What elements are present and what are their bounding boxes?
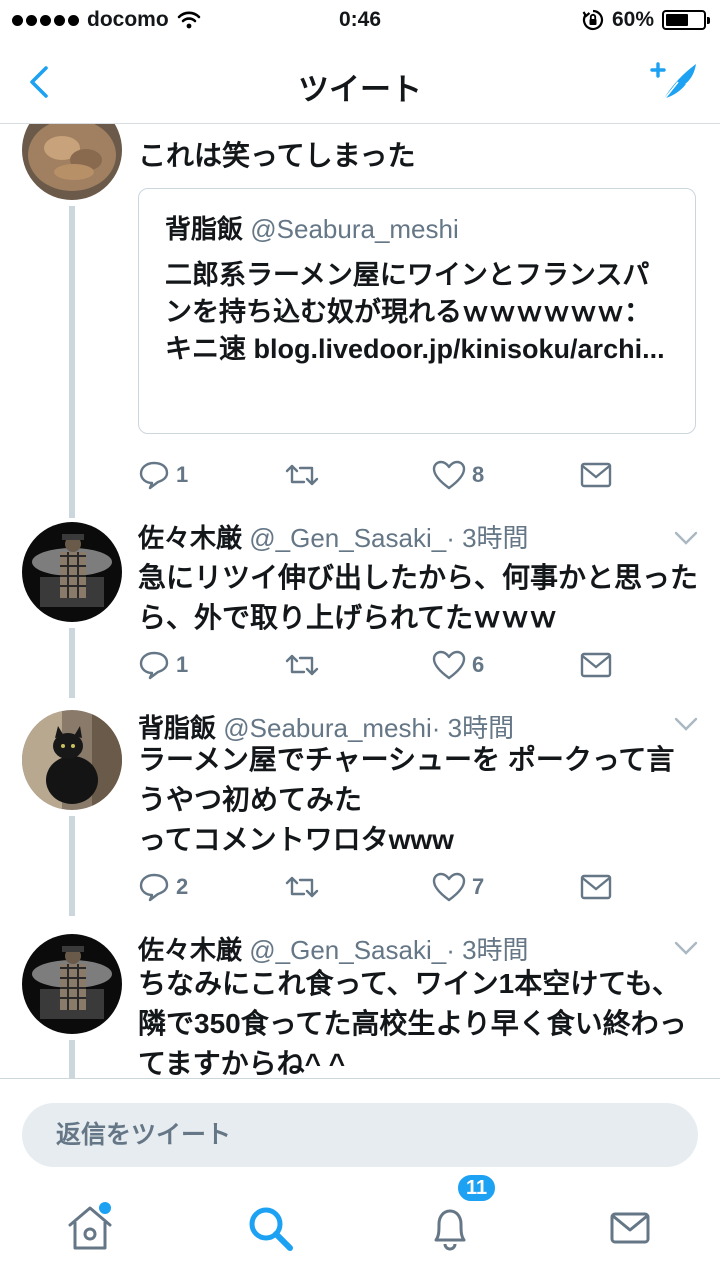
chevron-down-icon[interactable] xyxy=(674,716,698,732)
retweet-button[interactable] xyxy=(284,870,320,904)
quoted-user-name: 背脂飯 xyxy=(165,214,244,244)
avatar[interactable] xyxy=(22,522,122,622)
dm-share-button[interactable] xyxy=(580,458,612,492)
reply-input[interactable] xyxy=(22,1103,698,1167)
tweet-actions: 1 6 xyxy=(138,648,618,682)
chevron-down-icon[interactable] xyxy=(674,940,698,956)
user-handle: @Seabura_meshi xyxy=(223,713,432,743)
notifications-icon[interactable] xyxy=(420,1198,480,1258)
avatar[interactable] xyxy=(22,124,122,200)
envelope-icon xyxy=(580,652,612,678)
reply-count: 1 xyxy=(176,652,189,677)
thread-line xyxy=(69,206,75,518)
like-button[interactable]: 8 xyxy=(432,458,484,492)
status-right: 60% xyxy=(582,8,710,32)
avatar[interactable] xyxy=(22,934,122,1034)
tweet-text: ラーメン屋でチャーシューを ポークって言うやつ初めてみた ってコメントワロタww… xyxy=(138,744,675,855)
home-icon[interactable] xyxy=(60,1198,120,1258)
tweet-header: 佐々木厳 @_Gen_Sasaki_· 3時間 xyxy=(138,930,529,967)
battery-icon xyxy=(662,10,710,30)
like-count: 8 xyxy=(472,462,485,487)
retweet-icon xyxy=(285,464,319,486)
retweet-icon xyxy=(285,654,319,676)
user-name: 背脂飯 xyxy=(138,713,217,743)
envelope-icon xyxy=(580,874,612,900)
retweet-button[interactable] xyxy=(284,458,320,492)
search-icon[interactable] xyxy=(240,1198,300,1258)
retweet-button[interactable] xyxy=(284,648,320,682)
user-name: 佐々木厳 xyxy=(138,523,243,553)
reply-count: 1 xyxy=(176,462,189,487)
notifications-badge: 11 xyxy=(456,1173,498,1203)
chevron-down-icon[interactable] xyxy=(674,530,698,546)
tweet-actions: 2 7 xyxy=(138,870,618,904)
reply-icon xyxy=(139,873,169,902)
tweet-header: 佐々木厳 @_Gen_Sasaki_· 3時間 xyxy=(138,518,529,555)
quoted-header: 背脂飯 @Seabura_meshi xyxy=(165,209,459,246)
messages-icon[interactable] xyxy=(600,1198,660,1258)
reply-button[interactable]: 1 xyxy=(138,458,188,492)
battery-percent: 60% xyxy=(611,8,654,31)
user-handle: @_Gen_Sasaki_ xyxy=(249,935,447,965)
unread-dot xyxy=(99,1202,111,1214)
battery-fill xyxy=(666,14,688,26)
nav-bar: ツイート xyxy=(0,40,720,124)
quoted-tweet[interactable]: 背脂飯 @Seabura_meshi 二郎系ラーメン屋にワインとフランスパンを持… xyxy=(138,188,696,434)
heart-icon xyxy=(432,872,466,902)
tweet-time: · 3時間 xyxy=(446,935,529,965)
envelope-icon xyxy=(580,462,612,488)
orientation-lock-icon xyxy=(582,9,604,31)
thread-line xyxy=(69,628,75,698)
dm-share-button[interactable] xyxy=(580,870,612,904)
like-button[interactable]: 6 xyxy=(432,648,484,682)
heart-icon xyxy=(432,460,466,490)
status-bar: docomo 0:46 60% xyxy=(0,0,720,40)
conversation-timeline: ​ これは笑ってしまった 背脂飯 @Seabura_meshi 二郎系ラーメン屋… xyxy=(0,124,720,1078)
reply-count: 2 xyxy=(176,874,189,899)
tweet-time: · 3時間 xyxy=(431,713,515,743)
like-button[interactable]: 7 xyxy=(432,870,484,904)
quoted-user-handle: @Seabura_meshi xyxy=(250,214,459,244)
reply-bar xyxy=(0,1078,720,1186)
user-name: 佐々木厳 xyxy=(138,935,243,965)
avatar[interactable] xyxy=(22,710,122,810)
tab-bar xyxy=(0,1186,720,1280)
retweet-icon xyxy=(285,876,319,898)
tweet-actions: 1 8 xyxy=(138,458,618,492)
reply-icon xyxy=(139,651,169,680)
compose-tweet-icon[interactable] xyxy=(648,58,700,106)
heart-icon xyxy=(432,650,466,680)
like-count: 7 xyxy=(472,874,485,899)
reply-button[interactable]: 2 xyxy=(138,870,188,904)
thread-line xyxy=(69,816,75,916)
tweet-time: · 3時間 xyxy=(446,523,529,553)
quoted-text: 二郎系ラーメン屋にワインとフランスパンを持ち込む奴が現れるｗｗｗｗｗｗ：キニ速 … xyxy=(165,260,665,364)
dm-share-button[interactable] xyxy=(580,648,612,682)
like-count: 6 xyxy=(472,652,485,677)
thread-line xyxy=(69,1040,75,1078)
reply-button[interactable]: 1 xyxy=(138,648,188,682)
user-handle: @_Gen_Sasaki_ xyxy=(249,523,447,553)
tweet-text: 急にリツイ伸び出したから、何事かと思ったら、外で取り上げられてたｗｗｗ xyxy=(138,562,699,633)
tweet-text: これは笑ってしまった xyxy=(138,140,416,171)
reply-icon xyxy=(139,461,169,490)
page-title: ツイート xyxy=(298,72,422,107)
tweet-text: ちなみにこれ食って、ワイン1本空けても、隣で350食ってた高校生より早く食い終わ… xyxy=(138,968,687,1078)
